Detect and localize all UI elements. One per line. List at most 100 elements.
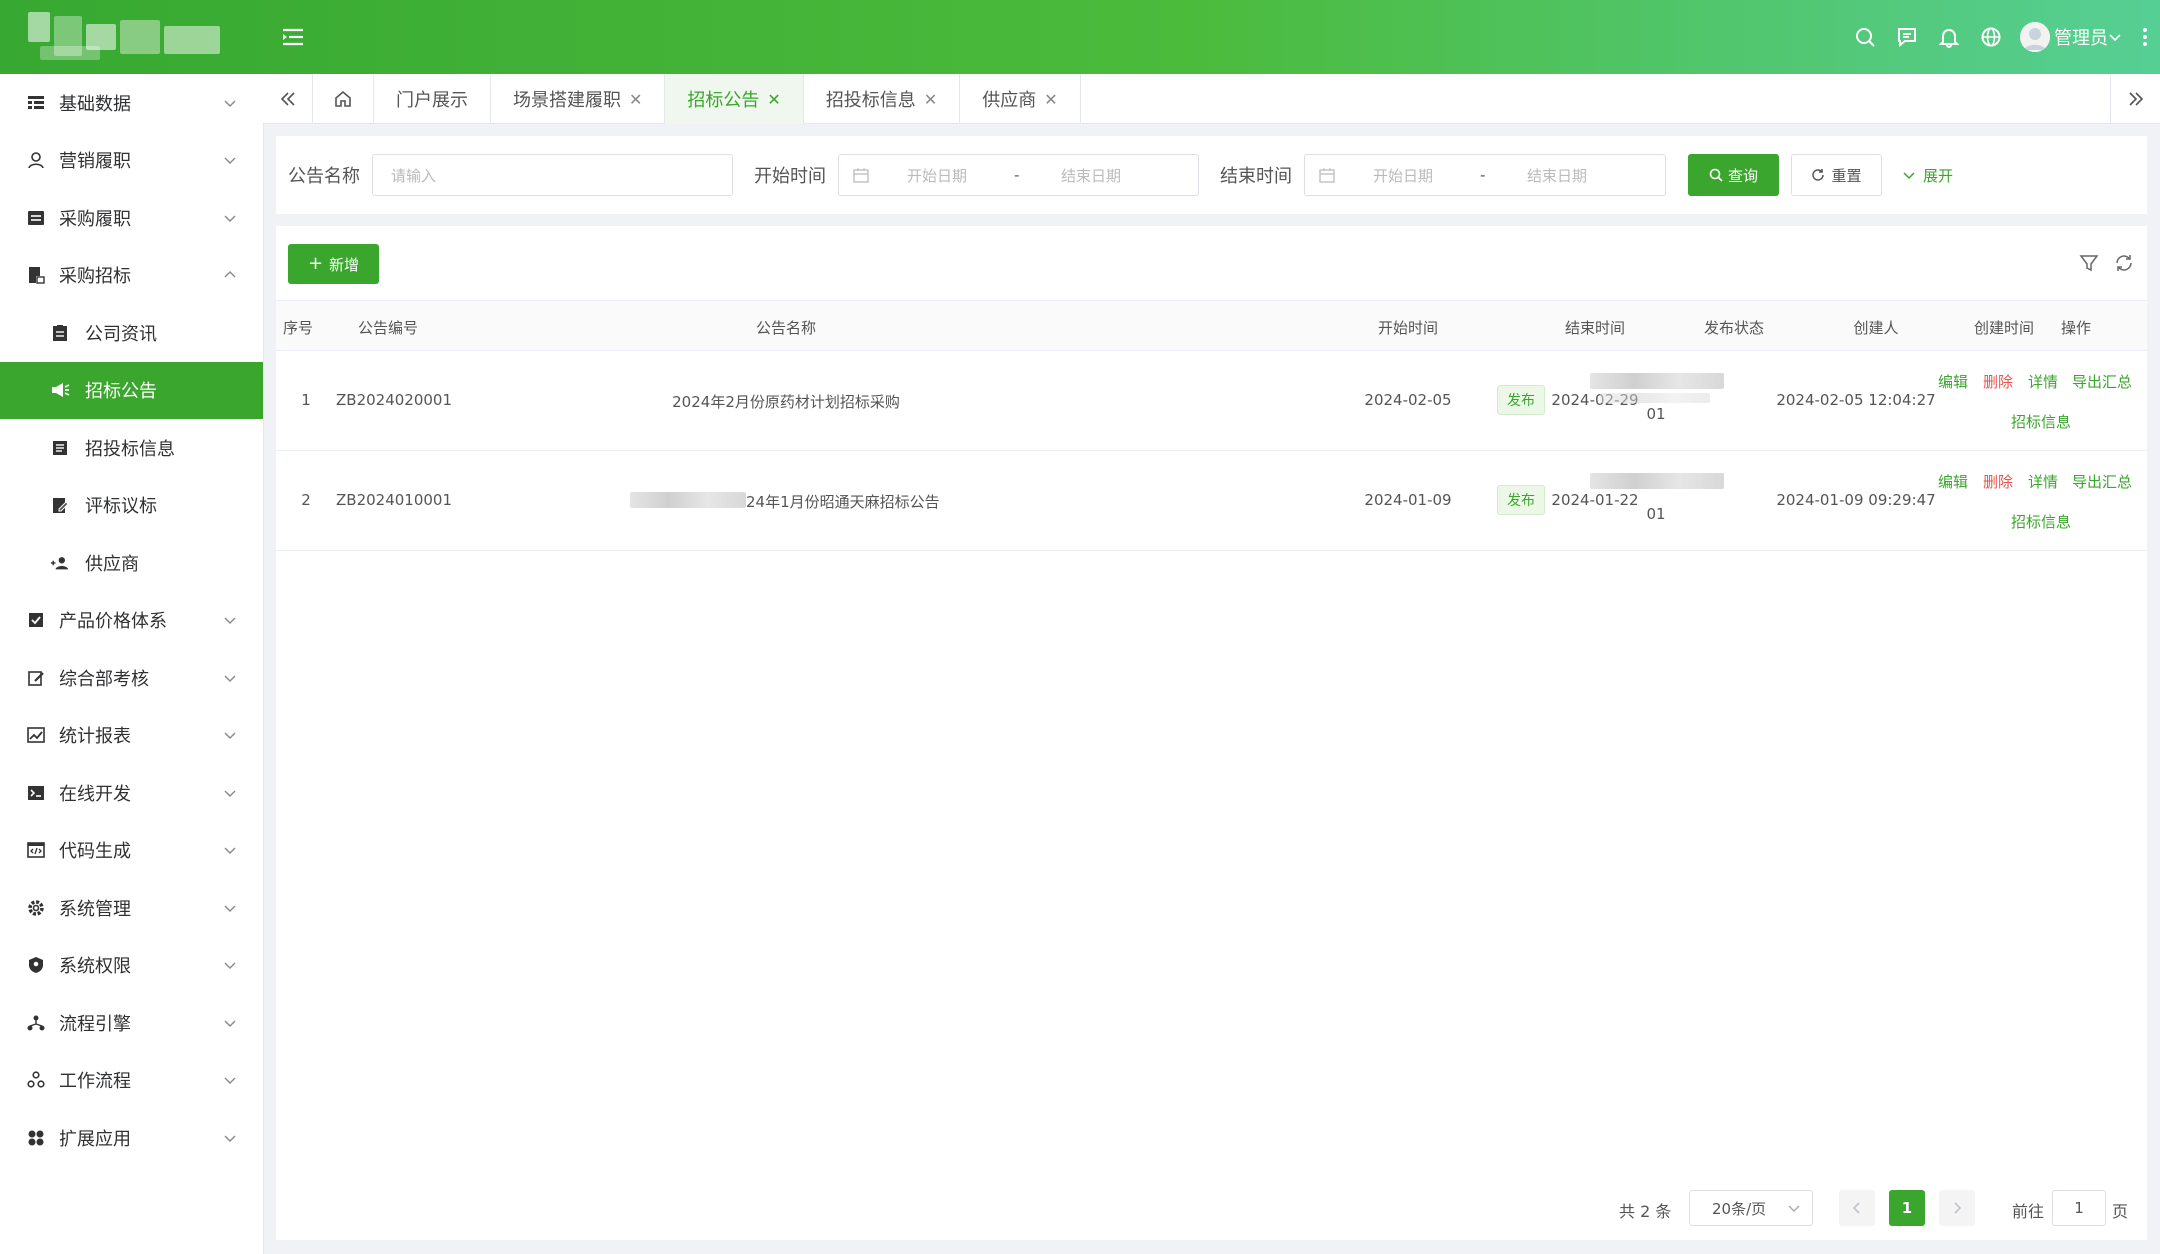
chevron-down-icon [224, 215, 236, 222]
sidebar-item-label: 采购招标 [59, 266, 131, 288]
tab-home[interactable] [313, 74, 374, 124]
sidebar-item-bid-info[interactable]: 招投标信息 [0, 419, 263, 477]
prev-page-button[interactable] [1839, 1190, 1875, 1226]
detail-link[interactable]: 详情 [2028, 471, 2058, 492]
sidebar-item-label: 在线开发 [59, 783, 131, 805]
search-icon[interactable] [1844, 16, 1886, 58]
refresh-icon[interactable] [2113, 252, 2135, 274]
tabs-scroll-right-icon[interactable] [2110, 74, 2160, 124]
sidebar-item-bidding[interactable]: 采购招标 [0, 247, 263, 305]
sidebar-item-permissions[interactable]: 系统权限 [0, 937, 263, 995]
globe-icon[interactable] [1970, 16, 2012, 58]
plus-icon: + [307, 253, 324, 274]
sidebar-item-bid-notice[interactable]: 招标公告 [0, 361, 263, 419]
close-icon[interactable]: ✕ [924, 90, 937, 109]
status-badge: 发布 [1497, 485, 1545, 515]
filter-icon[interactable] [2078, 252, 2100, 274]
redacted-text [630, 492, 746, 508]
edit-link[interactable]: 编辑 [1938, 371, 1968, 392]
message-icon[interactable] [1886, 16, 1928, 58]
query-button-label: 查询 [1727, 166, 1758, 185]
column-header: 操作 [2060, 319, 2091, 337]
sidebar-item-label: 营销履职 [59, 151, 131, 173]
sidebar-item-company-news[interactable]: 公司资讯 [0, 304, 263, 362]
tabs-scroll-left-icon[interactable] [263, 74, 313, 124]
shield-icon [26, 955, 46, 975]
bid-info-link[interactable]: 招标信息 [2011, 411, 2071, 432]
tab-scene-build[interactable]: 场景搭建履职 ✕ [491, 74, 666, 124]
table-header: 序号 公告编号 公告名称 开始时间 结束时间 发布状态 创建人 创建时间 操作 [276, 300, 2147, 351]
sidebar-item-basic-data[interactable]: 基础数据 [0, 74, 263, 132]
range-start-placeholder: 开始日期 [907, 166, 968, 185]
sidebar-item-procurement[interactable]: 采购履职 [0, 189, 263, 247]
chevron-down-icon [224, 1077, 236, 1085]
sidebar-item-assessment[interactable]: 综合部考核 [0, 649, 263, 707]
menu-toggle-icon[interactable] [280, 24, 306, 50]
end-time-label: 结束时间 [1220, 166, 1292, 187]
expand-toggle[interactable]: 展开 [1896, 154, 1960, 196]
sidebar-item-reports[interactable]: 统计报表 [0, 707, 263, 765]
sidebar-item-label: 统计报表 [59, 726, 131, 748]
user-icon [26, 150, 46, 170]
chevron-down-icon [224, 157, 236, 165]
page-number[interactable]: 1 [1889, 1190, 1925, 1226]
start-time-range-picker[interactable]: 开始日期 - 结束日期 [838, 154, 1199, 196]
delete-link[interactable]: 删除 [1983, 471, 2013, 492]
sidebar-item-label: 系统管理 [59, 898, 131, 920]
sidebar-item-workflow[interactable]: 工作流程 [0, 1052, 263, 1110]
tab-label: 招标公告 [687, 90, 760, 111]
close-icon[interactable]: ✕ [1044, 90, 1057, 109]
more-vertical-icon[interactable] [2130, 26, 2160, 48]
terminal-icon [26, 783, 46, 803]
swap-icon [26, 208, 46, 228]
sidebar-item-codegen[interactable]: 代码生成 [0, 822, 263, 880]
user-menu[interactable]: 管理员 [2020, 22, 2122, 52]
sidebar-item-system-admin[interactable]: 系统管理 [0, 879, 263, 937]
goto-page-input[interactable]: 1 [2052, 1190, 2106, 1226]
sidebar-item-supplier[interactable]: 供应商 [0, 534, 263, 592]
close-icon[interactable]: ✕ [629, 90, 642, 109]
tab-bid-notice[interactable]: 招标公告 ✕ [665, 74, 804, 124]
bid-info-link[interactable]: 招标信息 [2011, 511, 2071, 532]
tab-portal[interactable]: 门户展示 [374, 74, 491, 124]
sidebar-item-online-dev[interactable]: 在线开发 [0, 764, 263, 822]
end-time-range-picker[interactable]: 开始日期 - 结束日期 [1304, 154, 1666, 196]
close-icon[interactable]: ✕ [767, 90, 780, 109]
notice-name-input[interactable]: 请输入 [372, 154, 733, 196]
chevron-down-icon [1788, 1205, 1800, 1212]
table-row: 2 ZB2024010001 24年1月份昭通天麻招标公告 2024-01-09… [276, 451, 2147, 551]
chevron-down-icon [224, 905, 236, 912]
search-panel: 公告名称 请输入 开始时间 开始日期 - 结束日期 结束时间 开始日期 - 结束… [276, 136, 2147, 214]
sidebar-item-price-system[interactable]: 产品价格体系 [0, 592, 263, 650]
chevron-down-icon [224, 847, 236, 855]
detail-link[interactable]: 详情 [2028, 371, 2058, 392]
sidebar-item-flow-engine[interactable]: 流程引擎 [0, 994, 263, 1052]
avatar [2020, 22, 2050, 52]
tab-bid-info[interactable]: 招投标信息 ✕ [804, 74, 961, 124]
column-header: 公告编号 [357, 319, 418, 337]
edit-link[interactable]: 编辑 [1938, 471, 1968, 492]
notice-name: 24年1月份昭通天麻招标公告 [746, 493, 940, 511]
sidebar-item-marketing[interactable]: 营销履职 [0, 132, 263, 190]
next-page-button[interactable] [1939, 1190, 1975, 1226]
range-end-placeholder: 结束日期 [1527, 166, 1588, 185]
sidebar-item-evaluation[interactable]: 评标议标 [0, 477, 263, 535]
bell-icon[interactable] [1928, 16, 1970, 58]
export-summary-link[interactable]: 导出汇总 [2072, 471, 2132, 492]
page-size-select[interactable]: 20条/页 [1689, 1190, 1813, 1226]
range-separator: - [1014, 166, 1020, 184]
name-label: 公告名称 [288, 166, 360, 187]
created-time: 2024-01-09 09:29:47 [1776, 491, 1936, 509]
chevron-down-icon [224, 1135, 236, 1142]
sidebar-item-extensions[interactable]: 扩展应用 [0, 1109, 263, 1167]
notice-code: ZB2024020001 [336, 391, 453, 409]
tab-supplier[interactable]: 供应商 ✕ [960, 74, 1081, 124]
delete-link[interactable]: 删除 [1983, 371, 2013, 392]
flow-icon [26, 1013, 46, 1033]
query-button[interactable]: 查询 [1688, 154, 1779, 196]
export-summary-link[interactable]: 导出汇总 [2072, 371, 2132, 392]
chevron-down-icon [224, 732, 236, 740]
reset-button[interactable]: 重置 [1791, 154, 1882, 196]
add-button[interactable]: + 新增 [288, 244, 379, 284]
tabs-bar: 门户展示 场景搭建履职 ✕ 招标公告 ✕ 招投标信息 ✕ 供应商 ✕ [263, 74, 2160, 124]
